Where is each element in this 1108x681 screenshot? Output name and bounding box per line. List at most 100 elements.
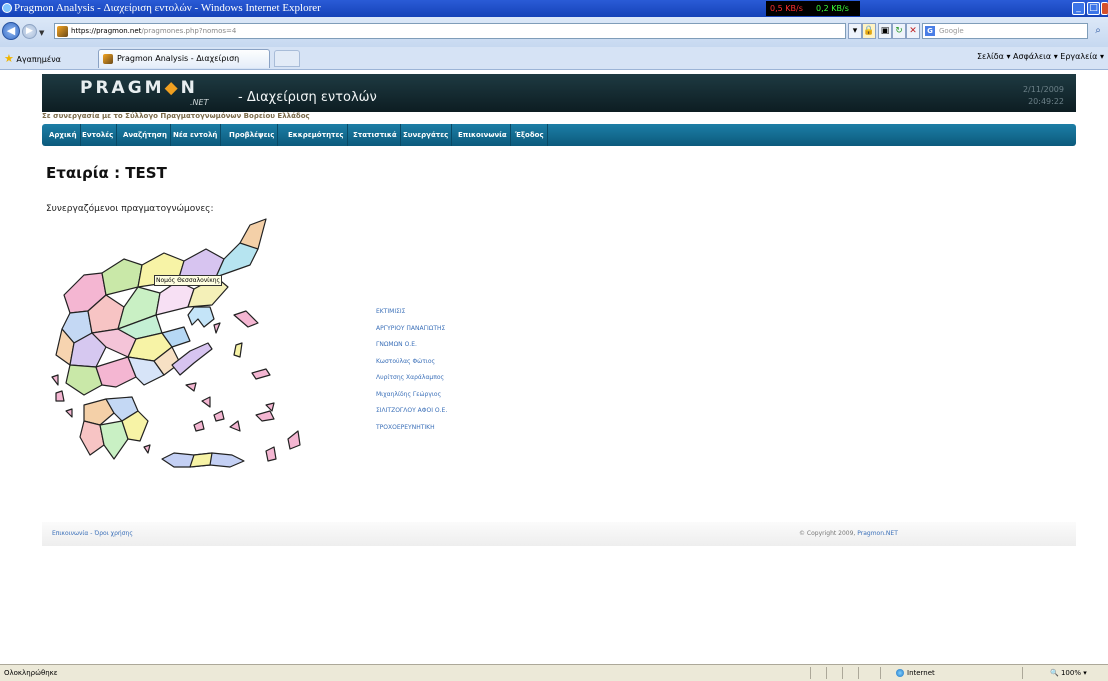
map-region[interactable] xyxy=(255,410,275,422)
status-divider xyxy=(880,667,881,679)
search-placeholder: Google xyxy=(939,27,964,35)
main-menu: Αρχική Εντολές Αναζήτηση Νέα εντολή Προβ… xyxy=(42,124,1076,146)
menu-item-pending[interactable]: Εκκρεμότητες xyxy=(285,124,348,146)
menu-item-forecasts[interactable]: Προβλέψεις xyxy=(226,124,279,146)
app-title: - Διαχείριση εντολών xyxy=(238,90,377,105)
url-path: /pragmones.php?nomos=4 xyxy=(141,27,237,35)
lock-icon[interactable]: 🔒 xyxy=(862,23,876,39)
partner-link[interactable]: ΤΡΟΧΟΕΡΕΥΝΗΤΙΚΗ xyxy=(376,423,447,440)
site-footer: Επικοινωνία - Όροι χρήσης © Copyright 20… xyxy=(42,522,1076,546)
menu-item-logout[interactable]: Έξοδος xyxy=(512,124,548,146)
map-region[interactable] xyxy=(251,368,271,380)
status-divider xyxy=(810,667,811,679)
favorites-label: Αγαπημένα xyxy=(16,55,61,64)
map-region[interactable] xyxy=(229,420,241,432)
site-favicon-icon xyxy=(57,26,68,37)
menu-item-contact[interactable]: Επικοινωνία xyxy=(455,124,511,146)
zoom-level[interactable]: 🔍 100% ▾ xyxy=(1050,665,1087,681)
footer-copyright: © Copyright 2009, Pragmon.NET xyxy=(799,530,898,537)
partner-link[interactable]: Μιχαηλίδης Γεώργιος xyxy=(376,390,447,407)
status-divider xyxy=(826,667,827,679)
google-icon: G xyxy=(925,26,935,36)
map-region[interactable] xyxy=(213,322,221,334)
map-region[interactable] xyxy=(287,430,301,450)
map-region[interactable] xyxy=(265,446,277,462)
forward-button[interactable]: ▶ xyxy=(22,24,37,39)
status-text: Ολοκληρώθηκε xyxy=(4,669,58,677)
map-region[interactable] xyxy=(265,402,275,412)
map-region[interactable] xyxy=(65,408,73,418)
zoom-value: 100% xyxy=(1060,669,1081,677)
map-region[interactable] xyxy=(239,218,267,250)
net-upload-rate: 0,2 KB/s xyxy=(812,1,860,16)
menu-item-orders[interactable]: Εντολές xyxy=(79,124,118,146)
footer-links[interactable]: Επικοινωνία - Όροι χρήσης xyxy=(52,530,133,537)
ie-icon xyxy=(2,3,12,13)
time: 20:49:22 xyxy=(1028,97,1064,106)
tab-active[interactable]: Pragmon Analysis - Διαχείριση εντολών xyxy=(98,49,270,81)
menu-item-statistics[interactable]: Στατιστικά xyxy=(350,124,401,146)
address-input[interactable]: https://pragmon.net/pragmones.php?nomos=… xyxy=(54,23,846,39)
stop-icon[interactable]: ✕ xyxy=(906,23,920,39)
status-divider xyxy=(842,667,843,679)
partner-link[interactable]: ΑΡΓΥΡΙΟΥ ΠΑΝΑΓΙΩΤΗΣ xyxy=(376,324,447,341)
compatibility-icon[interactable]: ▣ xyxy=(878,23,892,39)
menu-item-search[interactable]: Αναζήτηση xyxy=(120,124,171,146)
close-button[interactable] xyxy=(1101,2,1108,15)
partner-link[interactable]: ΕΚΤΙΜΙΣΙΣ xyxy=(376,307,447,324)
search-input[interactable]: G Google xyxy=(922,23,1088,39)
map-region[interactable] xyxy=(187,306,215,328)
map-region[interactable] xyxy=(55,390,65,402)
status-divider xyxy=(1022,667,1023,679)
search-icon[interactable]: ⌕ xyxy=(1090,23,1106,39)
map-region[interactable] xyxy=(233,310,259,328)
address-toolbar: ◀ ▶ ▼ https://pragmon.net/pragmones.php?… xyxy=(0,17,1108,47)
partner-link[interactable]: ΓΝΩΜΩΝ Ο.Ε. xyxy=(376,340,447,357)
favorites-button[interactable]: ★ Αγαπημένα xyxy=(4,52,61,65)
menu-item-home[interactable]: Αρχική xyxy=(46,124,81,146)
site-header: PRAGM◆N .NET - Διαχείριση εντολών 2/11/2… xyxy=(42,74,1076,112)
net-download-rate: 0,5 KB/s xyxy=(766,1,818,16)
copyright-text: © Copyright 2009, xyxy=(799,530,856,537)
menu-item-new-order[interactable]: Νέα εντολή xyxy=(170,124,222,146)
refresh-icon[interactable]: ↻ xyxy=(892,23,906,39)
copyright-link[interactable]: Pragmon.NET xyxy=(857,530,898,537)
partner-link[interactable]: Λυρίτσης Χαράλαμπος xyxy=(376,373,447,390)
map-region[interactable] xyxy=(143,444,151,454)
logo-net: .NET xyxy=(190,98,209,107)
greece-prefecture-map[interactable] xyxy=(44,215,320,493)
menu-item-partners[interactable]: Συνεργάτες xyxy=(400,124,453,146)
site-logo[interactable]: PRAGM◆N xyxy=(80,78,198,98)
map-region[interactable] xyxy=(185,382,197,392)
security-zone[interactable]: Internet xyxy=(896,665,935,681)
status-bar: Ολοκληρώθηκε Internet 🔍 100% ▾ xyxy=(0,664,1108,681)
map-region[interactable] xyxy=(201,396,211,408)
map-region[interactable] xyxy=(213,410,225,422)
partners-list: ΕΚΤΙΜΙΣΙΣ ΑΡΓΥΡΙΟΥ ΠΑΝΑΓΙΩΤΗΣ ΓΝΩΜΩΝ Ο.Ε… xyxy=(376,307,447,439)
url-dropdown-icon[interactable]: ▾ xyxy=(848,23,862,39)
new-tab-button[interactable] xyxy=(274,50,300,67)
tab-favicon-icon xyxy=(103,54,113,64)
site-subtitle: Σε συνεργασία με το Σύλλογο Πραγματογνωμ… xyxy=(42,112,310,120)
minimize-button[interactable]: _ xyxy=(1072,2,1085,15)
partner-link[interactable]: ΣΙΛΙΤΖΟΓΛΟΥ ΑΦΟΙ Ο.Ε. xyxy=(376,406,447,423)
window-title: Pragmon Analysis - Διαχείριση εντολών - … xyxy=(14,2,321,14)
tabs-toolbar: ★ Αγαπημένα Pragmon Analysis - Διαχείρισ… xyxy=(0,47,1108,81)
partner-link[interactable]: Κωστούλας Φώτιος xyxy=(376,357,447,374)
star-icon: ★ xyxy=(4,52,14,65)
date: 2/11/2009 xyxy=(1022,85,1064,94)
back-button[interactable]: ◀ xyxy=(2,22,20,40)
zone-label: Internet xyxy=(907,669,935,677)
command-bar[interactable]: Σελίδα ▾ Ασφάλεια ▾ Εργαλεία ▾ xyxy=(977,52,1104,61)
collaborators-label: Συνεργαζόμενοι πραγματογνώμονες: xyxy=(46,204,214,214)
history-dropdown-icon[interactable]: ▼ xyxy=(39,29,44,37)
maximize-button[interactable]: □ xyxy=(1087,2,1100,15)
map-region[interactable] xyxy=(233,342,243,358)
map-tooltip: Νομός Θεσσαλονίκης xyxy=(154,275,223,286)
map-region[interactable] xyxy=(155,280,195,316)
window-title-bar: Pragmon Analysis - Διαχείριση εντολών - … xyxy=(0,0,1108,17)
map-region[interactable] xyxy=(51,374,59,386)
url-host: https://pragmon.net xyxy=(71,27,142,35)
company-heading: Εταιρία : TEST xyxy=(46,164,167,182)
map-region[interactable] xyxy=(193,420,205,432)
